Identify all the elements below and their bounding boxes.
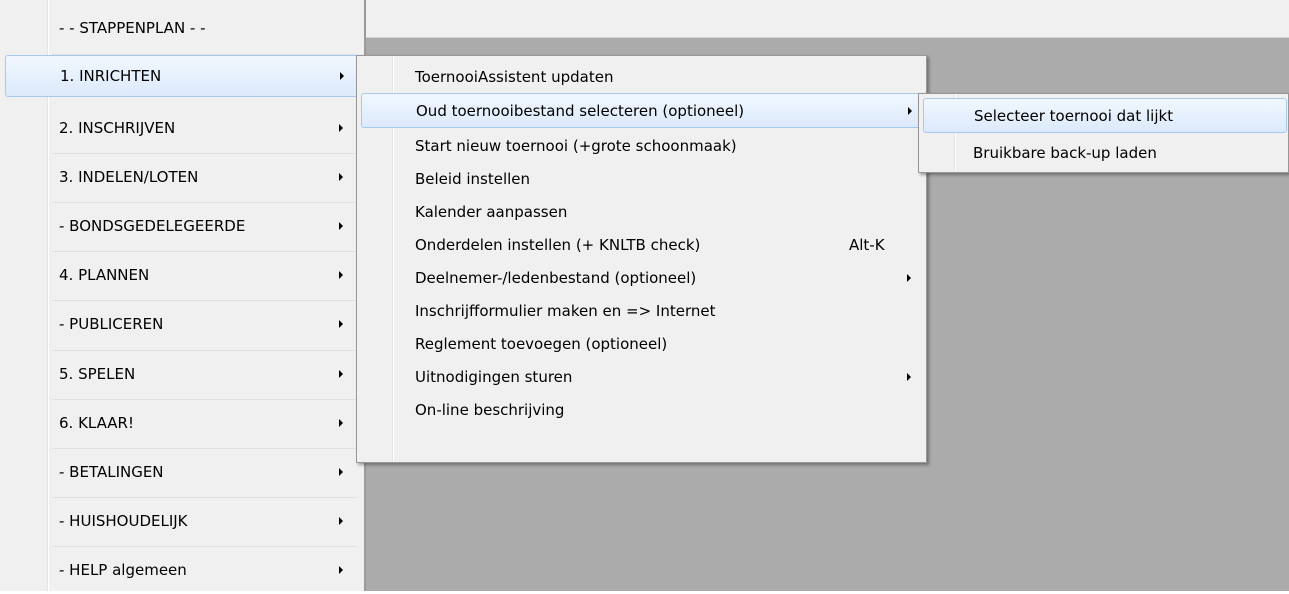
menu-item-bondsgedelegeerde[interactable]: - BONDSGEDELEGEERDE [55, 202, 355, 250]
menu-item-label: 2. INSCHRIJVEN [59, 119, 176, 137]
menu-item-uitnodigingen-sturen[interactable]: Uitnodigingen sturen [361, 360, 922, 393]
menu-item-label: Inschrijfformulier maken en => Internet [415, 301, 716, 320]
menu-item-start-nieuw-toernooi[interactable]: Start nieuw toernooi (+grote schoonmaak) [361, 129, 922, 162]
menu-item-toernooiassistent-updaten[interactable]: ToernooiAssistent updaten [361, 60, 922, 93]
menu-item-label: On-line beschrijving [415, 400, 565, 419]
menu-item-inschrijven[interactable]: 2. INSCHRIJVEN [55, 104, 355, 152]
menu-item-kalender-aanpassen[interactable]: Kalender aanpassen [361, 195, 922, 228]
menu-item-plannen[interactable]: 4. PLANNEN [55, 251, 355, 299]
menu-item-label: 3. INDELEN/LOTEN [59, 168, 199, 186]
submenu-arrow-icon [339, 419, 343, 427]
menu-item-huishoudelijk[interactable]: - HUISHOUDELIJK [55, 497, 355, 545]
menu-item-label: - PUBLICEREN [59, 315, 164, 333]
menu-item-label: ToernooiAssistent updaten [415, 67, 614, 86]
menu-item-online-beschrijving[interactable]: On-line beschrijving [361, 393, 922, 426]
menu-item-oud-toernooibestand[interactable]: Oud toernooibestand selecteren (optionee… [361, 93, 922, 128]
submenu-arrow-icon [339, 320, 343, 328]
submenu-oud-toernooibestand: Selecteer toernooi dat lijkt Bruikbare b… [918, 93, 1289, 173]
menu-item-label: Kalender aanpassen [415, 202, 568, 221]
menu-item-label: Oud toernooibestand selecteren (optionee… [416, 101, 745, 120]
menu-item-label: - - STAPPENPLAN - - [59, 19, 206, 37]
menu-item-help-algemeen[interactable]: - HELP algemeen [55, 546, 355, 594]
submenu-arrow-icon [907, 273, 911, 282]
menu-item-label: 4. PLANNEN [59, 266, 150, 284]
menu-item-spelen[interactable]: 5. SPELEN [55, 350, 355, 398]
menu-item-deelnemerbestand[interactable]: Deelnemer-/ledenbestand (optioneel) [361, 261, 922, 294]
menu-item-beleid-instellen[interactable]: Beleid instellen [361, 162, 922, 195]
menu-item-label: - HUISHOUDELIJK [59, 512, 188, 530]
menu-item-indelen-loten[interactable]: 3. INDELEN/LOTEN [55, 153, 355, 201]
menu-item-klaar[interactable]: 6. KLAAR! [55, 399, 355, 447]
app-toolbar-strip [365, 0, 1289, 38]
menu-item-onderdelen-instellen[interactable]: Onderdelen instellen (+ KNLTB check) Alt… [361, 228, 922, 261]
menu-item-label: 5. SPELEN [59, 365, 136, 383]
submenu-arrow-icon [907, 372, 911, 381]
menu-item-label: 1. INRICHTEN [60, 67, 162, 85]
menu-item-label: Uitnodigingen sturen [415, 367, 573, 386]
submenu-arrow-icon [339, 222, 343, 230]
menu-item-label: - BETALINGEN [59, 463, 164, 481]
menu-item-reglement-toevoegen[interactable]: Reglement toevoegen (optioneel) [361, 327, 922, 360]
menu-item-stappenplan[interactable]: - - STAPPENPLAN - - [55, 4, 355, 52]
menu-item-label: - BONDSGEDELEGEERDE [59, 217, 246, 235]
menu-item-inrichten[interactable]: 1. INRICHTEN [5, 55, 360, 97]
submenu-arrow-icon [339, 566, 343, 574]
menu-item-label: - HELP algemeen [59, 561, 187, 579]
menu-item-label: Deelnemer-/ledenbestand (optioneel) [415, 268, 697, 287]
menu-item-label: 6. KLAAR! [59, 414, 134, 432]
submenu-arrow-icon [339, 124, 343, 132]
submenu-arrow-icon [340, 72, 344, 80]
menu-item-selecteer-toernooi[interactable]: Selecteer toernooi dat lijkt [923, 98, 1287, 133]
submenu-arrow-icon [339, 517, 343, 525]
menu-item-shortcut: Alt-K [849, 235, 885, 254]
menu-item-label: Beleid instellen [415, 169, 531, 188]
menu-item-inschrijfformulier[interactable]: Inschrijfformulier maken en => Internet [361, 294, 922, 327]
menu-item-label: Selecteer toernooi dat lijkt [974, 106, 1174, 125]
submenu-arrow-icon [908, 106, 912, 115]
menu-item-label: Bruikbare back-up laden [973, 143, 1157, 162]
submenu-arrow-icon [339, 173, 343, 181]
submenu-arrow-icon [339, 468, 343, 476]
toolbar-divider [365, 37, 1289, 38]
submenu-arrow-icon [339, 271, 343, 279]
menu-item-label: Start nieuw toernooi (+grote schoonmaak) [415, 136, 737, 155]
submenu-inrichten: ToernooiAssistent updaten Oud toernooibe… [356, 55, 927, 463]
menu-item-betalingen[interactable]: - BETALINGEN [55, 448, 355, 496]
submenu-arrow-icon [339, 370, 343, 378]
menu-item-label: Reglement toevoegen (optioneel) [415, 334, 668, 353]
menu-item-publiceren[interactable]: - PUBLICEREN [55, 300, 355, 348]
menu-item-back-up-laden[interactable]: Bruikbare back-up laden [923, 136, 1287, 169]
main-menu: - - STAPPENPLAN - - 1. INRICHTEN 2. INSC… [0, 0, 366, 591]
menu-item-label: Onderdelen instellen (+ KNLTB check) [415, 235, 701, 254]
